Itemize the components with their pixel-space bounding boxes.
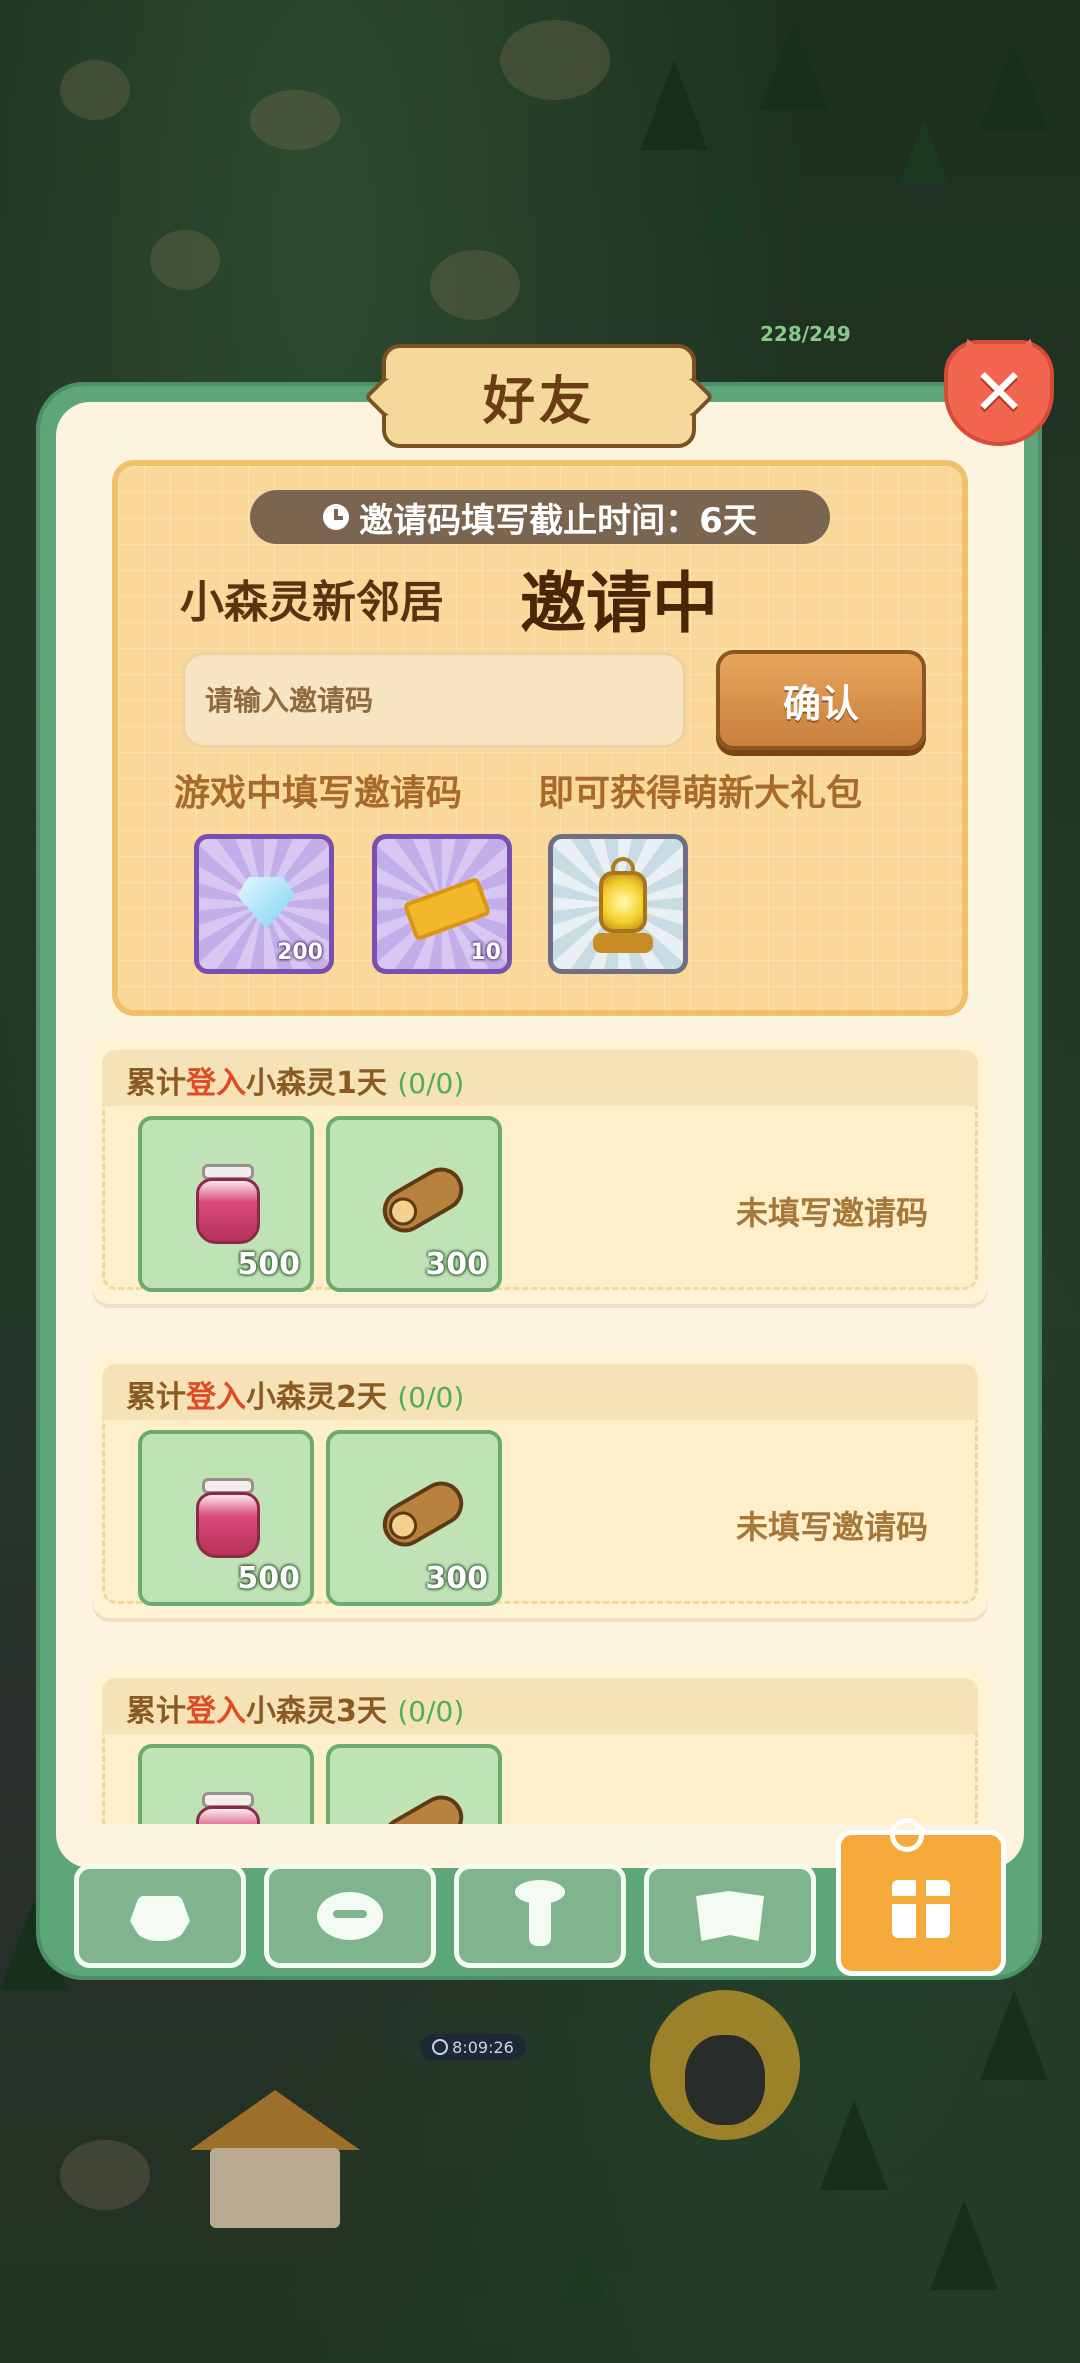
modal-title: 好友 (382, 344, 696, 448)
lantern-icon (593, 857, 653, 957)
diamond-icon (237, 877, 295, 929)
tab-friends[interactable] (74, 1864, 246, 1968)
list-item: 累计登入小森灵1天 (0/0) 500 300 未填写邀请码 (92, 1038, 988, 1304)
tree-icon (640, 60, 708, 150)
invite-heading: 小森灵新邻居 (180, 577, 444, 628)
critter-icon (430, 250, 520, 320)
tree-icon (700, 180, 748, 244)
wrench-icon (515, 1880, 565, 1946)
tab-chat[interactable] (264, 1864, 436, 1968)
close-icon: ✕ (972, 356, 1026, 430)
tree-icon (560, 2240, 608, 2304)
invite-status: 邀请中 (520, 565, 718, 642)
sack-icon (500, 20, 610, 100)
tree-icon (980, 1990, 1048, 2080)
resource-counter: 228/249 (760, 322, 851, 346)
reward-item-wood[interactable]: 300 (326, 1430, 502, 1606)
status-text: 未填写邀请码 (735, 1194, 928, 1232)
day-label: 累计登入小森灵2天 (0/0) (126, 1380, 465, 1415)
chat-icon (317, 1892, 383, 1940)
gift-icon (892, 1880, 950, 1938)
jam-jar-icon (196, 1164, 260, 1244)
tree-icon (820, 2100, 888, 2190)
tree-icon (930, 2200, 998, 2290)
tree-icon (760, 20, 828, 110)
day-label: 累计登入小森灵1天 (0/0) (126, 1066, 465, 1101)
tree-icon (900, 120, 948, 184)
daily-reward-list[interactable]: 累计登入小森灵1天 (0/0) 500 300 未填写邀请码 累计登入小森灵2天… (56, 1016, 1024, 1824)
cottage-icon (190, 2090, 360, 2230)
chick-house-icon (650, 1990, 800, 2140)
gift-tag-icon (890, 1818, 924, 1852)
reward-tile-ticket[interactable]: 10 (372, 834, 512, 974)
book-icon (696, 1891, 764, 1941)
invite-hint-left: 游戏中填写邀请码 (174, 773, 463, 814)
chick-icon (130, 1896, 190, 1941)
reward-item-jam[interactable]: 500 (138, 1116, 314, 1292)
crate-icon (250, 90, 340, 150)
invite-hint-right: 即可获得萌新大礼包 (538, 773, 863, 814)
invite-code-input[interactable] (182, 652, 686, 748)
reward-tile-lantern[interactable] (548, 834, 688, 974)
reward-item-jam[interactable]: 500 (138, 1430, 314, 1606)
tab-guide[interactable] (644, 1864, 816, 1968)
reward-item-jam[interactable] (138, 1744, 314, 1824)
wood-log-icon (374, 1787, 472, 1824)
wood-log-icon (374, 1473, 472, 1555)
close-button[interactable]: ✕ (944, 340, 1054, 446)
timer-pill: 8:09:26 (420, 2034, 526, 2060)
reward-item-wood[interactable]: 300 (326, 1116, 502, 1292)
clock-icon (323, 504, 350, 530)
jam-jar-icon (196, 1792, 260, 1824)
rock-icon (60, 60, 130, 120)
fence-icon (60, 2140, 150, 2210)
reward-tile-diamond[interactable]: 200 (194, 834, 334, 974)
clock-icon (432, 2039, 449, 2055)
reward-item-wood[interactable] (326, 1744, 502, 1824)
bottom-nav (74, 1830, 1014, 1976)
tab-tools[interactable] (454, 1864, 626, 1968)
ticket-icon (402, 876, 492, 942)
critter-icon (150, 230, 220, 290)
list-item: 累计登入小森灵3天 (0/0) 未填写邀请码 (92, 1666, 988, 1824)
tab-gift[interactable] (836, 1830, 1006, 1976)
confirm-button[interactable]: 确认 (716, 650, 926, 750)
jam-jar-icon (196, 1478, 260, 1558)
status-text: 未填写邀请码 (735, 1508, 928, 1546)
deadline-badge: 邀请码填写截止时间：6天 (250, 490, 830, 544)
list-item: 累计登入小森灵2天 (0/0) 500 300 未填写邀请码 (92, 1352, 988, 1618)
tree-icon (980, 40, 1048, 130)
day-label: 累计登入小森灵3天 (0/0) (126, 1694, 465, 1729)
wood-log-icon (374, 1159, 472, 1241)
